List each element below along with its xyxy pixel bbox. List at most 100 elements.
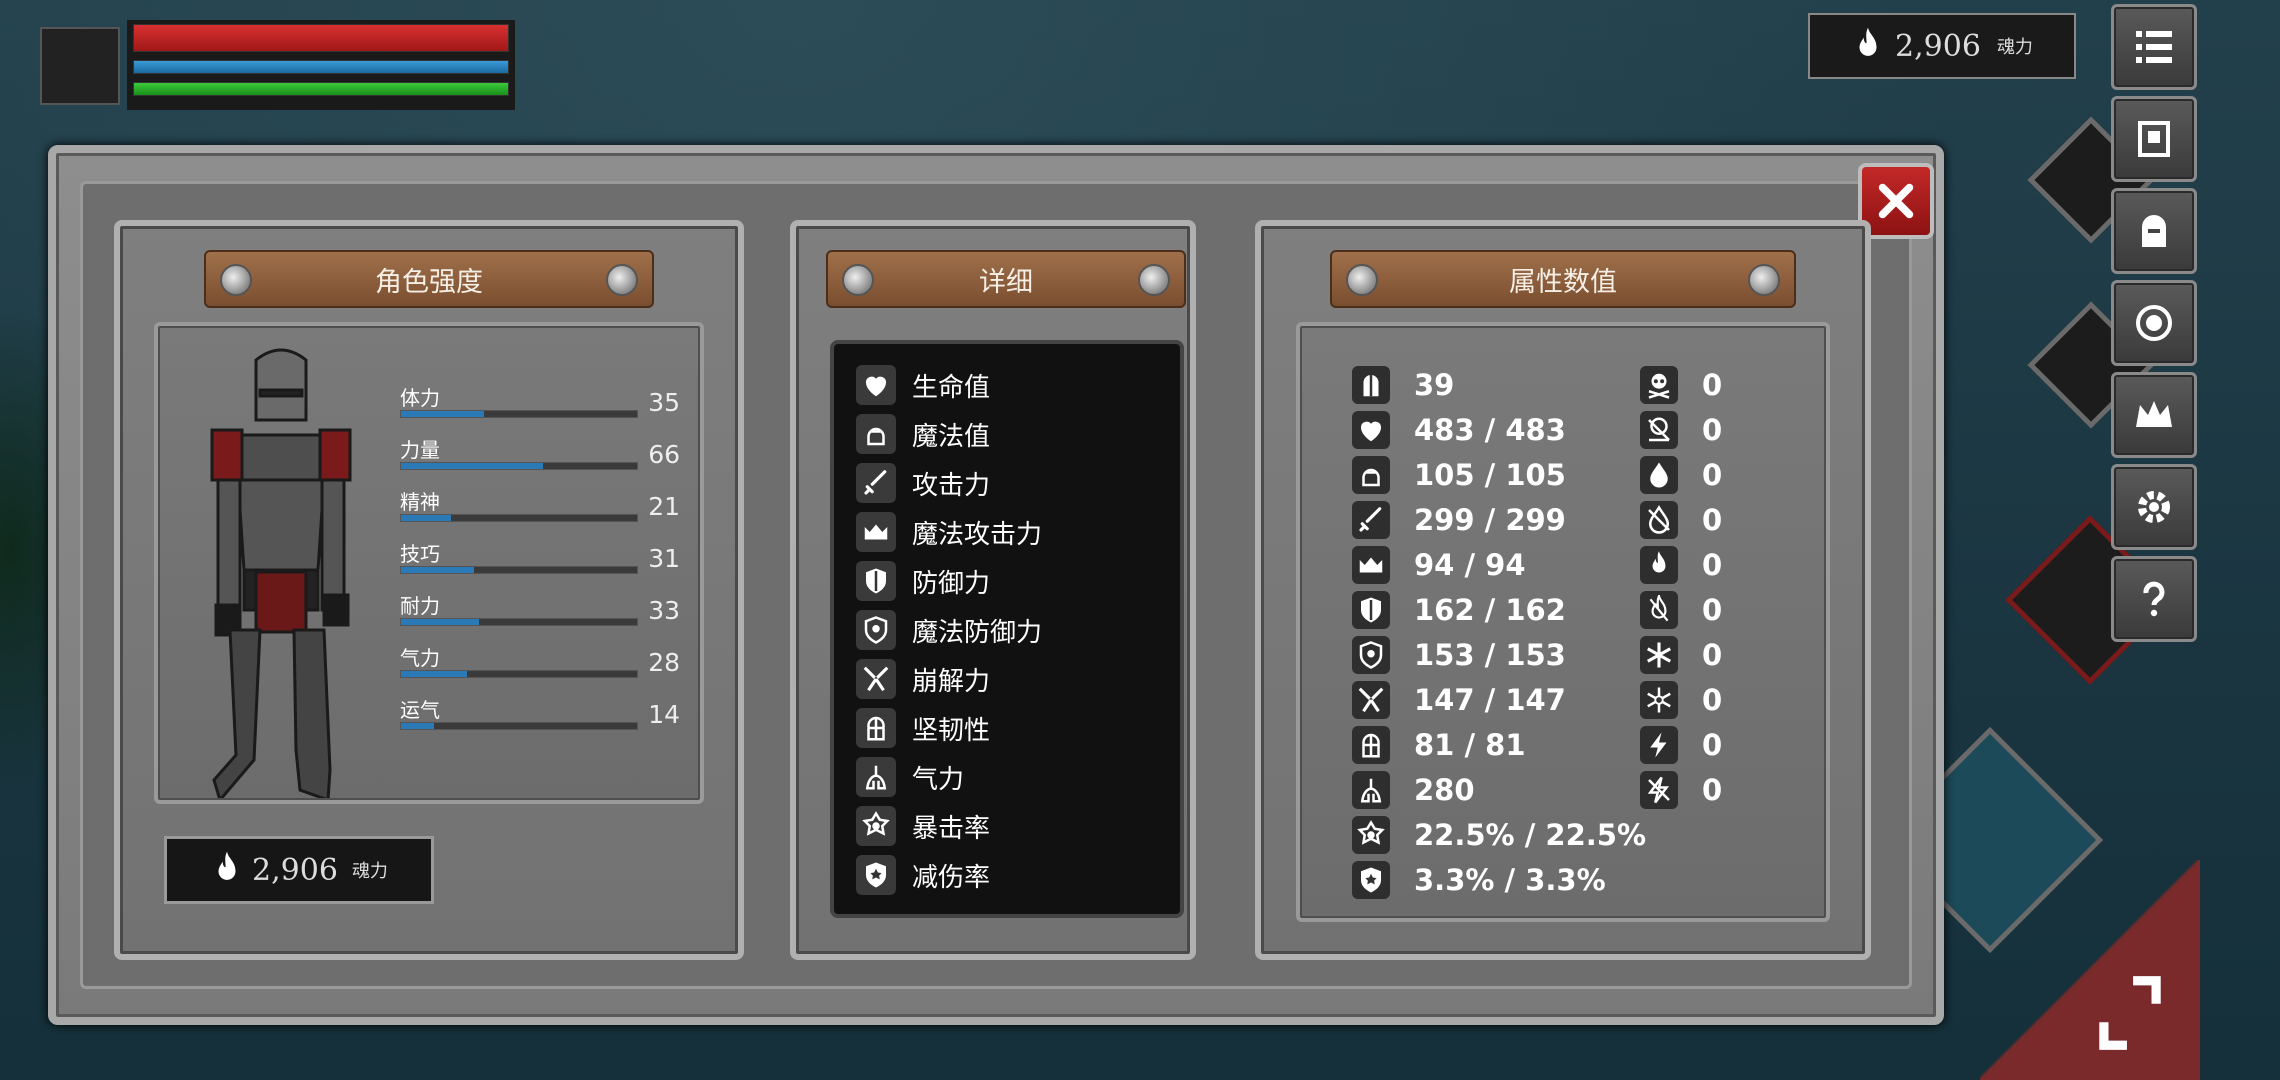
break-icon xyxy=(1358,687,1384,713)
skills-button[interactable] xyxy=(2111,280,2197,366)
break-icon xyxy=(863,666,889,692)
detail-item-crit[interactable]: 暴击率 xyxy=(856,805,990,847)
stat-bar xyxy=(401,411,484,417)
detail-item-break[interactable]: 崩解力 xyxy=(856,658,990,700)
flame-icon xyxy=(218,851,236,880)
attr-fire-resist: 0 xyxy=(1640,590,1722,630)
health-bar xyxy=(133,24,509,52)
close-icon xyxy=(1878,183,1914,219)
star-burst-icon xyxy=(862,811,890,836)
soul-value: 2,906 xyxy=(252,852,338,888)
head-icon xyxy=(1362,468,1380,487)
helmet-icon xyxy=(2142,215,2166,247)
inventory-icon xyxy=(2138,121,2170,157)
detail-panel-title: 详细 xyxy=(826,250,1186,308)
helmet-icon xyxy=(1363,375,1379,397)
spellbook-icon xyxy=(1359,557,1383,573)
helmet-icon xyxy=(867,716,885,741)
attr-poison: 0 xyxy=(1640,365,1722,405)
attr-break: 147 / 147 xyxy=(1352,680,1566,720)
blood-drop-icon xyxy=(1650,462,1668,488)
ranking-button[interactable] xyxy=(2111,372,2197,458)
heart-icon xyxy=(865,376,887,397)
magic-shield-icon xyxy=(1359,641,1383,669)
equipment-button[interactable] xyxy=(2111,188,2197,274)
attr-vigor: 280 xyxy=(1352,770,1475,810)
attr-hp: 483 / 483 xyxy=(1352,410,1566,450)
stat-bar xyxy=(401,619,479,625)
stat-bar xyxy=(401,671,468,677)
head-icon xyxy=(867,427,885,446)
detail-item-defense[interactable]: 防御力 xyxy=(856,560,990,602)
sword-icon xyxy=(864,470,887,495)
detail-item-damage-reduction[interactable]: 减伤率 xyxy=(856,854,990,896)
detail-list: 生命值 魔法值 攻击力 魔法攻击力 防御力 魔法防御力 崩解力 坚韧性 气力 暴… xyxy=(830,340,1184,918)
spellbook-icon xyxy=(864,524,888,540)
frost-resist-icon xyxy=(1647,687,1671,713)
lightning-icon xyxy=(1650,732,1667,758)
detail-item-hp[interactable]: 生命值 xyxy=(856,364,990,406)
mana-bar xyxy=(133,60,509,74)
lungs-icon xyxy=(865,765,887,790)
emblem-icon xyxy=(2136,305,2172,341)
list-icon xyxy=(2136,31,2172,63)
settings-button[interactable] xyxy=(2111,464,2197,550)
detail-item-magic-defense[interactable]: 魔法防御力 xyxy=(856,609,1042,651)
stamina-bar xyxy=(133,82,509,96)
heart-icon xyxy=(1360,421,1382,442)
detail-item-mp[interactable]: 魔法值 xyxy=(856,413,990,455)
status-bars xyxy=(127,20,515,110)
menu-button[interactable] xyxy=(2111,4,2197,90)
shield-icon xyxy=(1361,597,1381,623)
magic-shield-icon xyxy=(864,616,888,644)
stat-stamina: 体力 35 xyxy=(400,386,680,418)
knight-figure xyxy=(210,348,352,798)
stat-strength: 力量 66 xyxy=(400,438,680,470)
stat-bar xyxy=(401,567,475,573)
attr-frost-resist: 0 xyxy=(1640,680,1722,720)
fire-icon xyxy=(1652,551,1666,573)
attr-attack: 299 / 299 xyxy=(1352,500,1566,540)
stat-vigor: 气力 28 xyxy=(400,646,680,678)
star-burst-icon xyxy=(1357,820,1385,845)
attr-poison-resist: 0 xyxy=(1640,410,1722,450)
stat-luck: 运气 14 xyxy=(400,698,680,730)
detail-item-attack[interactable]: 攻击力 xyxy=(856,462,990,504)
soul-unit: 魂力 xyxy=(351,861,388,882)
attr-poise: 81 / 81 xyxy=(1352,725,1526,765)
soul-unit: 魂力 xyxy=(1996,37,2033,58)
lightning-resist-icon xyxy=(1647,776,1670,804)
gear-icon xyxy=(2138,491,2170,523)
attr-bleed-resist: 0 xyxy=(1640,500,1722,540)
character-panel-title: 角色强度 xyxy=(204,250,654,308)
resize-icon[interactable] xyxy=(2092,970,2168,1056)
attr-crit: 22.5% / 22.5% xyxy=(1352,815,1646,855)
stat-endurance: 耐力 33 xyxy=(400,594,680,626)
attr-lightning: 0 xyxy=(1640,725,1722,765)
skull-icon xyxy=(1648,373,1670,399)
shield-icon xyxy=(866,568,886,594)
stat-bar xyxy=(401,515,451,521)
attr-mp: 105 / 105 xyxy=(1352,455,1566,495)
attr-magic-attack: 94 / 94 xyxy=(1352,545,1526,585)
attr-magic-defense: 153 / 153 xyxy=(1352,635,1566,675)
stat-bar xyxy=(401,723,435,729)
blood-resist-icon xyxy=(1648,505,1670,534)
inventory-button[interactable] xyxy=(2111,96,2197,182)
frost-icon xyxy=(1646,642,1672,668)
detail-item-toughness[interactable]: 坚韧性 xyxy=(856,707,990,749)
attr-damage-reduction: 3.3% / 3.3% xyxy=(1352,860,1606,900)
attr-toughness: 39 xyxy=(1352,365,1454,405)
help-button[interactable] xyxy=(2111,556,2197,642)
stat-bar xyxy=(401,463,543,469)
crown-icon xyxy=(2136,401,2172,427)
flame-icon xyxy=(1859,27,1877,56)
stat-spirit: 精神 21 xyxy=(400,490,680,522)
attr-lightning-resist: 0 xyxy=(1640,770,1722,810)
skull-resist-icon xyxy=(1648,417,1670,442)
detail-item-magic-attack[interactable]: 魔法攻击力 xyxy=(856,511,1042,553)
detail-item-vigor[interactable]: 气力 xyxy=(856,756,964,798)
attr-frost: 0 xyxy=(1640,635,1722,675)
damage-reduction-icon xyxy=(1361,867,1381,893)
question-icon xyxy=(2143,581,2165,617)
